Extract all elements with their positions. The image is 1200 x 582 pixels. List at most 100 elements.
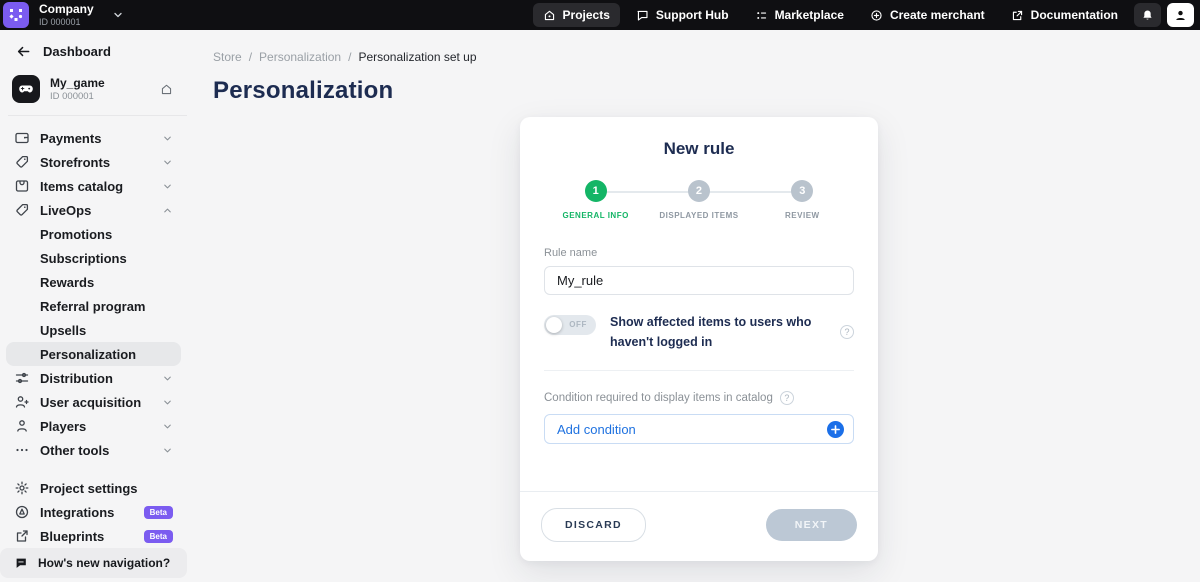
back-to-dashboard[interactable]: Dashboard (0, 30, 187, 67)
sidebar-item-label: Items catalog (40, 179, 123, 194)
sidebar-item-items-catalog[interactable]: Items catalog (6, 174, 181, 198)
sidebar-item-blueprints[interactable]: Blueprints Beta (6, 524, 181, 548)
discard-button[interactable]: DISCARD (541, 508, 646, 542)
chat-bubble-filled-icon (14, 556, 28, 570)
gamepad-icon (12, 75, 40, 103)
topbar-actions: Projects Support Hub Marketplace Create … (533, 3, 1194, 27)
breadcrumb-separator: / (348, 50, 351, 64)
sidebar-item-subscriptions[interactable]: Subscriptions (6, 246, 181, 270)
integrations-icon (14, 504, 30, 520)
step-review[interactable]: 3 REVIEW (751, 180, 854, 220)
support-hub-label: Support Hub (656, 8, 729, 22)
sidebar-item-user-acquisition[interactable]: User acquisition (6, 390, 181, 414)
next-button[interactable]: NEXT (766, 509, 857, 541)
sidebar-item-label: Rewards (40, 275, 94, 290)
step-general-info[interactable]: 1 GENERAL INFO (544, 180, 647, 220)
sidebar-item-other-tools[interactable]: Other tools (6, 438, 181, 462)
tag-icon (14, 154, 30, 170)
rule-name-input[interactable] (544, 266, 854, 295)
chevron-down-icon (162, 181, 173, 192)
project-home-icon[interactable] (160, 83, 173, 96)
external-link-icon (1011, 9, 1024, 22)
chevron-down-icon (162, 133, 173, 144)
sidebar-item-promotions[interactable]: Promotions (6, 222, 181, 246)
sidebar-item-label: LiveOps (40, 203, 91, 218)
notifications-button[interactable] (1134, 3, 1161, 27)
account-button[interactable] (1167, 3, 1194, 27)
sidebar-item-players[interactable]: Players (6, 414, 181, 438)
topbar: Company ID 000001 Projects Support Hub M… (0, 0, 1200, 30)
company-name: Company (39, 3, 94, 17)
page-title: Personalization (213, 77, 1200, 105)
create-merchant-label: Create merchant (890, 8, 985, 22)
sidebar-item-label: Players (40, 419, 86, 434)
help-icon[interactable]: ? (780, 391, 794, 405)
sidebar-nav: Payments Storefronts Items catalog LiveO… (0, 116, 187, 462)
create-merchant-button[interactable]: Create merchant (860, 3, 995, 27)
breadcrumb-current: Personalization set up (358, 50, 476, 64)
documentation-label: Documentation (1031, 8, 1118, 22)
sidebar-item-referral-program[interactable]: Referral program (6, 294, 181, 318)
breadcrumb-store[interactable]: Store (213, 50, 242, 64)
sidebar-settings-group: Project settings Integrations Beta Bluep… (0, 462, 187, 548)
marketplace-button[interactable]: Marketplace (745, 3, 854, 27)
whats-new-navigation-banner[interactable]: How's new navigation? (0, 548, 187, 578)
support-hub-button[interactable]: Support Hub (626, 3, 739, 27)
sidebar-item-upsells[interactable]: Upsells (6, 318, 181, 342)
user-icon (1174, 9, 1187, 22)
project-name: My_game (50, 76, 105, 90)
sidebar-item-personalization[interactable]: Personalization (6, 342, 181, 366)
tag-icon (14, 202, 30, 218)
condition-label: Condition required to display items in c… (544, 392, 773, 404)
sidebar-item-project-settings[interactable]: Project settings (6, 476, 181, 500)
step-displayed-items[interactable]: 2 DISPLAYED ITEMS (647, 180, 750, 220)
company-switcher-chevron-down-icon[interactable] (108, 5, 128, 25)
sidebar-item-label: Subscriptions (40, 251, 127, 266)
company-block: Company ID 000001 (39, 3, 94, 27)
sidebar-item-liveops[interactable]: LiveOps (6, 198, 181, 222)
sidebar-item-label: Distribution (40, 371, 113, 386)
gear-icon (14, 480, 30, 496)
sidebar-item-distribution[interactable]: Distribution (6, 366, 181, 390)
person-icon (14, 418, 30, 434)
sidebar-item-label: Personalization (40, 347, 136, 362)
step-label: GENERAL INFO (563, 211, 629, 220)
whats-new-navigation-label: How's new navigation? (38, 556, 170, 570)
projects-button[interactable]: Projects (533, 3, 620, 27)
external-link-icon (14, 528, 30, 544)
step-label: REVIEW (785, 211, 820, 220)
sidebar: Dashboard My_game ID 000001 Payments (0, 30, 187, 582)
projects-home-icon (543, 9, 556, 22)
sidebar-item-payments[interactable]: Payments (6, 126, 181, 150)
section-divider (544, 370, 854, 371)
beta-badge: Beta (144, 506, 173, 519)
dashboard-label: Dashboard (43, 44, 111, 59)
show-items-toggle[interactable]: OFF (544, 315, 596, 335)
sidebar-item-rewards[interactable]: Rewards (6, 270, 181, 294)
box-icon (14, 178, 30, 194)
add-condition-button[interactable]: Add condition (544, 414, 854, 444)
documentation-button[interactable]: Documentation (1001, 3, 1128, 27)
sidebar-item-integrations[interactable]: Integrations Beta (6, 500, 181, 524)
sidebar-item-label: Integrations (40, 505, 114, 520)
modal-footer: DISCARD NEXT (520, 491, 878, 561)
sidebar-item-label: Project settings (40, 481, 138, 496)
chevron-down-icon (162, 445, 173, 456)
step-circle[interactable]: 3 (791, 180, 813, 202)
breadcrumb: Store / Personalization / Personalizatio… (213, 50, 1200, 64)
breadcrumb-personalization[interactable]: Personalization (259, 50, 341, 64)
condition-label-row: Condition required to display items in c… (544, 391, 854, 405)
step-circle[interactable]: 1 (585, 180, 607, 202)
sidebar-item-storefronts[interactable]: Storefronts (6, 150, 181, 174)
help-icon[interactable]: ? (840, 325, 854, 339)
sliders-icon (14, 370, 30, 386)
company-logo-icon[interactable] (3, 2, 29, 28)
step-circle[interactable]: 2 (688, 180, 710, 202)
company-id: ID 000001 (39, 17, 94, 27)
sidebar-item-label: Blueprints (40, 529, 104, 544)
project-switcher[interactable]: My_game ID 000001 (0, 67, 187, 115)
bell-icon (1141, 9, 1154, 22)
toggle-label: Show affected items to users who haven't… (610, 312, 826, 352)
chevron-down-icon (162, 397, 173, 408)
sidebar-item-label: User acquisition (40, 395, 141, 410)
